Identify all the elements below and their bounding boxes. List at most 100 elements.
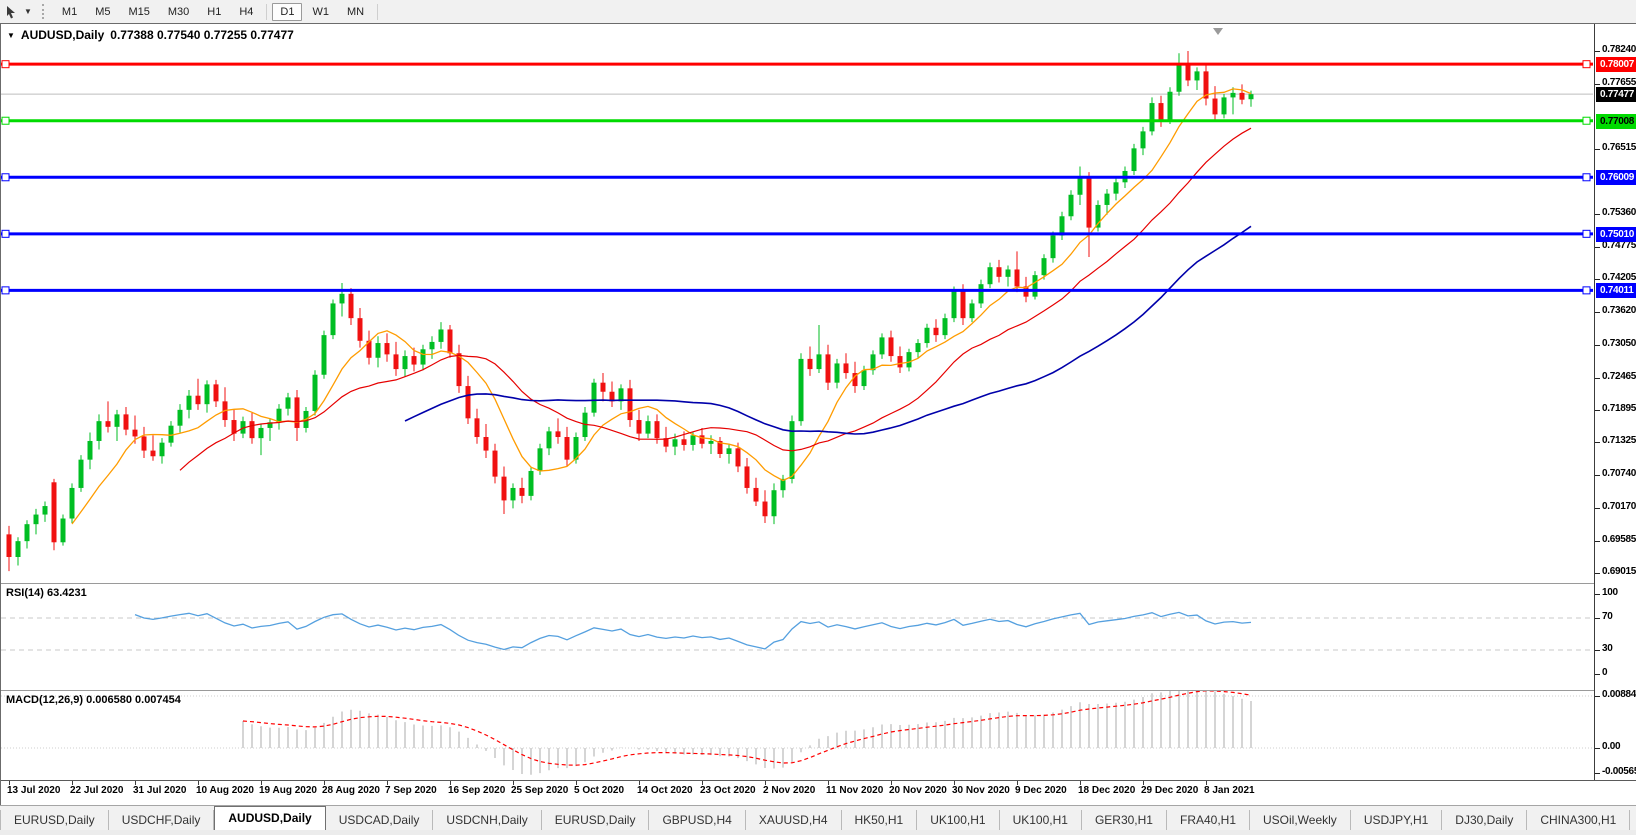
date-tick-label: 13 Jul 2020 bbox=[7, 785, 60, 796]
chart-tab-DJ30-Daily[interactable]: DJ30,Daily bbox=[1442, 810, 1527, 830]
macd-label: MACD(12,26,9) 0.006580 0.007454 bbox=[6, 694, 181, 706]
chart-tab-AUDUSD-Daily[interactable]: AUDUSD,Daily bbox=[214, 806, 325, 830]
chart-tab-USDCAD-Daily[interactable]: USDCAD,Daily bbox=[326, 810, 434, 830]
price-tick-dash bbox=[1595, 573, 1600, 574]
date-tick-label: 30 Nov 2020 bbox=[952, 785, 1010, 796]
date-tick-label: 8 Jan 2021 bbox=[1204, 785, 1255, 796]
price-tick-dash bbox=[1595, 410, 1600, 411]
date-tick-label: 19 Aug 2020 bbox=[259, 785, 317, 796]
price-tick-label: 0.75360 bbox=[1602, 207, 1636, 218]
chart-tab-UK100-H1[interactable]: UK100,H1 bbox=[917, 810, 999, 830]
price-tick-dash bbox=[1595, 84, 1600, 85]
date-tick-label: 22 Jul 2020 bbox=[70, 785, 123, 796]
date-tick-label: 2 Nov 2020 bbox=[763, 785, 815, 796]
price-tick-label: 0.78240 bbox=[1602, 44, 1636, 55]
level-price-box[interactable]: 0.76009 bbox=[1596, 170, 1636, 185]
timeframe-button-H1[interactable]: H1 bbox=[199, 3, 229, 21]
date-tick-label: 7 Sep 2020 bbox=[385, 785, 437, 796]
chart-tab-CHINA300-H1[interactable]: CHINA300,H1 bbox=[1527, 810, 1630, 830]
price-tick-dash bbox=[1595, 475, 1600, 476]
chart-ohlc-values: 0.77388 0.77540 0.77255 0.77477 bbox=[110, 28, 294, 42]
level-price-box[interactable]: 0.77008 bbox=[1596, 114, 1636, 129]
toolbar-separator bbox=[266, 4, 267, 20]
price-tick-dash bbox=[1595, 508, 1600, 509]
level-price-box[interactable]: 0.75010 bbox=[1596, 227, 1636, 242]
date-tick-label: 28 Aug 2020 bbox=[322, 785, 380, 796]
price-tick-label: 0.76515 bbox=[1602, 142, 1636, 153]
date-tick-label: 5 Oct 2020 bbox=[574, 785, 624, 796]
rsi-label: RSI(14) 63.4231 bbox=[6, 587, 87, 599]
price-tick-label: 0.72465 bbox=[1602, 371, 1636, 382]
timeframe-buttons: M1M5M15M30H1H4 D1W1MN bbox=[53, 3, 373, 21]
chart-tab-GBPUSD-H4[interactable]: GBPUSD,H4 bbox=[649, 810, 745, 830]
dropdown-caret-icon[interactable]: ▼ bbox=[20, 7, 36, 16]
chart-title[interactable]: ▼ AUDUSD,Daily 0.77388 0.77540 0.77255 0… bbox=[7, 28, 294, 42]
date-tick-label: 31 Jul 2020 bbox=[133, 785, 186, 796]
timeframe-button-MN[interactable]: MN bbox=[339, 3, 372, 21]
price-tick-label: 0.70740 bbox=[1602, 468, 1636, 479]
date-axis[interactable]: 13 Jul 2020 22 Jul 2020 31 Jul 2020 10 Aug … bbox=[1, 781, 1636, 806]
price-tick-label: 0.73620 bbox=[1602, 305, 1636, 316]
date-tick-label: 29 Dec 2020 bbox=[1141, 785, 1198, 796]
macd-plot[interactable] bbox=[1, 691, 1595, 781]
date-tick-label: 11 Nov 2020 bbox=[826, 785, 883, 796]
chart-tab-HK50-H1[interactable]: HK50,H1 bbox=[842, 810, 918, 830]
chart-tab-USDCHF-Daily[interactable]: USDCHF,Daily bbox=[109, 810, 215, 830]
toolbar-grip[interactable] bbox=[42, 4, 47, 19]
chart-shift-marker-icon[interactable] bbox=[1213, 28, 1223, 35]
price-tick-dash bbox=[1595, 279, 1600, 280]
price-tick-dash bbox=[1595, 378, 1600, 379]
date-tick-label: 14 Oct 2020 bbox=[637, 785, 693, 796]
chart-tab-USDJPY-H1[interactable]: USDJPY,H1 bbox=[1351, 810, 1442, 830]
chart-tab-XAUUSD-H4[interactable]: XAUUSD,H4 bbox=[746, 810, 842, 830]
timeframe-button-D1[interactable]: D1 bbox=[272, 3, 302, 21]
date-tick-label: 16 Sep 2020 bbox=[448, 785, 505, 796]
macd-tick-dash bbox=[1595, 773, 1600, 774]
chart-tab-bar: EURUSD,DailyUSDCHF,DailyAUDUSD,DailyUSDC… bbox=[0, 805, 1636, 830]
macd-tick-dash bbox=[1595, 748, 1600, 749]
chart-window: ▼ AUDUSD,Daily 0.77388 0.77540 0.77255 0… bbox=[0, 23, 1636, 805]
timeframe-button-M5[interactable]: M5 bbox=[87, 3, 118, 21]
price-tick-dash bbox=[1595, 149, 1600, 150]
level-price-box[interactable]: 0.78007 bbox=[1596, 57, 1636, 72]
chart-tab-FRA40-H1[interactable]: FRA40,H1 bbox=[1167, 810, 1250, 830]
price-tick-dash bbox=[1595, 247, 1600, 248]
macd-tick-dash bbox=[1595, 696, 1600, 697]
level-price-box[interactable]: 0.74011 bbox=[1596, 283, 1636, 298]
chart-tab-USDCNH-Daily[interactable]: USDCNH,Daily bbox=[433, 810, 541, 830]
timeframe-button-W1[interactable]: W1 bbox=[304, 3, 337, 21]
rsi-tick-label: 100 bbox=[1602, 587, 1618, 598]
chart-tab-EURUSD-Daily[interactable]: EURUSD,Daily bbox=[542, 810, 650, 830]
price-tick-label: 0.73050 bbox=[1602, 338, 1636, 349]
mt4-terminal: { "toolbar": { "timeframes": [ {"label":… bbox=[0, 0, 1636, 835]
macd-tick-label: -0.00565 bbox=[1602, 766, 1636, 777]
timeframe-button-M1[interactable]: M1 bbox=[54, 3, 85, 21]
date-tick-label: 20 Nov 2020 bbox=[889, 785, 947, 796]
rsi-tick-dash bbox=[1595, 594, 1600, 595]
chart-tab-GER30-H1[interactable]: GER30,H1 bbox=[1082, 810, 1167, 830]
date-tick-label: 10 Aug 2020 bbox=[196, 785, 254, 796]
timeframe-button-M30[interactable]: M30 bbox=[160, 3, 197, 21]
cursor-tool-icon[interactable] bbox=[0, 5, 20, 19]
chart-tab-EURUSD-Daily[interactable]: EURUSD,Daily bbox=[0, 810, 109, 830]
date-tick-label: 25 Sep 2020 bbox=[511, 785, 568, 796]
candlestick-plot[interactable] bbox=[1, 24, 1595, 584]
chart-tab-UK100-H1[interactable]: UK100,H1 bbox=[1000, 810, 1082, 830]
collapse-caret-icon[interactable]: ▼ bbox=[7, 31, 15, 40]
timeframe-button-M15[interactable]: M15 bbox=[120, 3, 157, 21]
price-tick-label: 0.69015 bbox=[1602, 566, 1636, 577]
timeframe-button-H4[interactable]: H4 bbox=[231, 3, 261, 21]
current-price-box: 0.77477 bbox=[1596, 87, 1636, 102]
date-tick-label: 18 Dec 2020 bbox=[1078, 785, 1135, 796]
price-tick-dash bbox=[1595, 214, 1600, 215]
chart-tab-USOil-[interactable]: USOil, bbox=[1630, 810, 1636, 830]
rsi-tick-label: 30 bbox=[1602, 643, 1613, 654]
price-tick-dash bbox=[1595, 345, 1600, 346]
rsi-plot[interactable] bbox=[1, 584, 1595, 691]
price-tick-dash bbox=[1595, 541, 1600, 542]
chart-symbol-label: AUDUSD,Daily bbox=[21, 28, 104, 42]
toolbar-separator bbox=[377, 4, 378, 20]
price-tick-dash bbox=[1595, 312, 1600, 313]
macd-tick-label: 0.00 bbox=[1602, 741, 1620, 752]
chart-tab-USOil-Weekly[interactable]: USOil,Weekly bbox=[1250, 810, 1351, 830]
